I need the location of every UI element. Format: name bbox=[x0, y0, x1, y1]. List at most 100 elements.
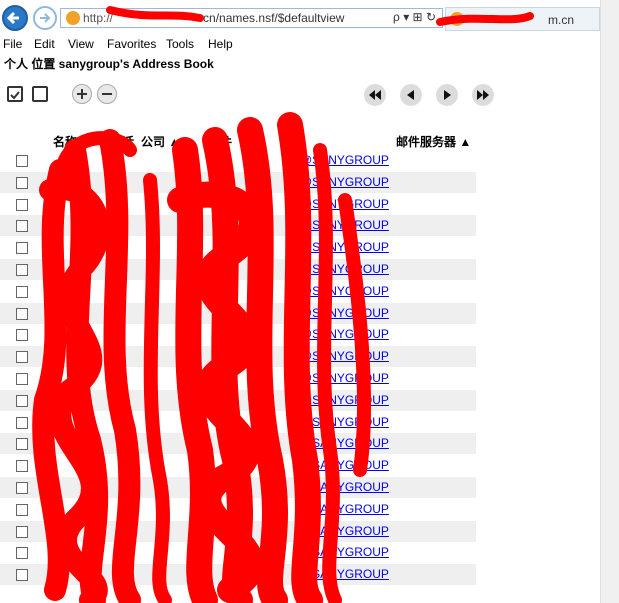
email-link[interactable]: @SANYGROUP bbox=[300, 327, 389, 341]
collapse-button[interactable] bbox=[97, 84, 117, 104]
table-row: @SANYGROUP bbox=[0, 564, 476, 586]
menu-bar: File Edit View Favorites Tools Help bbox=[0, 37, 600, 53]
email-link[interactable]: @SANYGROUP bbox=[300, 218, 389, 232]
email-link[interactable]: @SANYGROUP bbox=[300, 306, 389, 320]
email-link[interactable]: @SANYGROUP bbox=[300, 393, 389, 407]
email-link[interactable]: @SANYGROUP bbox=[300, 480, 389, 494]
vertical-scrollbar[interactable] bbox=[600, 0, 619, 603]
table-row: @SANYGROUP bbox=[0, 194, 476, 215]
column-header-email[interactable]: 邮件 bbox=[208, 133, 232, 150]
row-checkbox[interactable] bbox=[16, 220, 28, 233]
row-checkbox[interactable] bbox=[16, 351, 28, 364]
plus-icon bbox=[77, 89, 87, 99]
email-link[interactable]: @SANYGROUP bbox=[300, 284, 389, 298]
table-row: @SANYGROUP bbox=[0, 215, 476, 237]
checkmark-icon bbox=[10, 91, 20, 100]
forward-arrow-icon bbox=[40, 13, 51, 23]
page-title: 个人 位置 sanygroup's Address Book bbox=[4, 57, 214, 71]
table-row: @SANYGROUP bbox=[0, 477, 476, 498]
table-row: @SANYGROUP bbox=[0, 368, 476, 389]
expand-button[interactable] bbox=[72, 84, 92, 104]
row-checkbox[interactable] bbox=[16, 198, 28, 211]
table-row: @SANYGROUP bbox=[0, 324, 476, 345]
row-checkbox[interactable] bbox=[16, 155, 28, 167]
row-checkbox[interactable] bbox=[16, 482, 28, 494]
table-row: @SANYGROUP bbox=[0, 542, 476, 563]
first-page-button[interactable] bbox=[364, 84, 386, 106]
email-link[interactable]: @SANYGROUP bbox=[300, 371, 389, 385]
column-header-company[interactable]: 公司 ▲ bbox=[141, 133, 180, 150]
select-all-button[interactable] bbox=[7, 86, 23, 102]
table-row: @SANYGROUP bbox=[0, 433, 476, 455]
row-checkbox[interactable] bbox=[16, 285, 28, 298]
row-checkbox[interactable] bbox=[16, 416, 28, 429]
row-checkbox[interactable] bbox=[16, 438, 28, 451]
email-link[interactable]: @SANYGROUP bbox=[300, 175, 389, 189]
email-link[interactable]: @SANYGROUP bbox=[300, 349, 389, 363]
tab-favicon-icon bbox=[450, 12, 464, 26]
table-row: @SANYGROUP bbox=[0, 520, 476, 542]
email-link[interactable]: @SANYGROUP bbox=[300, 153, 389, 167]
table-row: @SANYGROUP bbox=[0, 389, 476, 411]
row-checkbox[interactable] bbox=[16, 307, 28, 320]
menu-edit[interactable]: Edit bbox=[34, 37, 55, 51]
column-header-name[interactable]: 名称▲ bbox=[53, 133, 89, 150]
email-link[interactable]: @SANYGROUP bbox=[300, 240, 389, 254]
left-triangle-icon bbox=[407, 90, 414, 100]
last-page-button[interactable] bbox=[472, 84, 494, 106]
previous-page-button[interactable] bbox=[400, 84, 422, 106]
email-link[interactable]: @SANYGROUP bbox=[300, 502, 389, 516]
url-tools[interactable]: ρ ▾ ⊞ ↻ bbox=[393, 10, 436, 24]
deselect-all-button[interactable] bbox=[32, 86, 48, 102]
table-row: @SANYGROUP bbox=[0, 150, 476, 171]
menu-help[interactable]: Help bbox=[208, 37, 233, 51]
row-checkbox[interactable] bbox=[16, 329, 28, 342]
back-arrow-icon bbox=[6, 11, 19, 25]
row-checkbox[interactable] bbox=[16, 264, 28, 276]
double-right-icon bbox=[477, 90, 489, 100]
table-row: @SANYGROUP bbox=[0, 171, 476, 193]
email-link[interactable]: @SANYGROUP bbox=[300, 436, 389, 450]
menu-file[interactable]: File bbox=[3, 37, 22, 51]
email-link[interactable]: @SANYGROUP bbox=[300, 197, 389, 211]
table-row: @SANYGROUP bbox=[0, 346, 476, 368]
email-link[interactable]: @SANYGROUP bbox=[300, 545, 389, 559]
url-text: http://cn/names.nsf/$defaultview bbox=[83, 11, 345, 25]
table-row: @SANYGROUP bbox=[0, 237, 476, 258]
browser-tab[interactable]: m.cn bbox=[445, 7, 600, 31]
double-left-icon bbox=[369, 90, 381, 100]
row-checkbox[interactable] bbox=[16, 503, 28, 516]
row-checkbox[interactable] bbox=[16, 525, 28, 538]
forward-button[interactable] bbox=[33, 6, 57, 30]
email-link[interactable]: @SANYGROUP bbox=[300, 567, 389, 581]
row-checkbox[interactable] bbox=[16, 242, 28, 255]
menu-view[interactable]: View bbox=[68, 37, 94, 51]
row-checkbox[interactable] bbox=[16, 394, 28, 407]
row-checkbox[interactable] bbox=[16, 460, 28, 473]
row-checkbox[interactable] bbox=[16, 176, 28, 189]
table-row: @SANYGROUP bbox=[0, 499, 476, 520]
table-row: @SANYGROUP bbox=[0, 412, 476, 433]
menu-tools[interactable]: Tools bbox=[166, 37, 194, 51]
minus-icon bbox=[102, 93, 112, 95]
right-triangle-icon bbox=[444, 90, 451, 100]
row-checkbox[interactable] bbox=[16, 547, 28, 560]
column-header-phone[interactable]: 电话 bbox=[110, 133, 134, 150]
tab-title: m.cn bbox=[548, 13, 575, 27]
table-row: @SANYGROUP bbox=[0, 302, 476, 324]
back-button[interactable] bbox=[2, 5, 28, 31]
email-link[interactable]: @SANYGROUP bbox=[300, 524, 389, 538]
row-checkbox[interactable] bbox=[16, 569, 28, 582]
url-input[interactable]: http://cn/names.nsf/$defaultview ρ ▾ ⊞ ↻ bbox=[60, 8, 443, 28]
next-page-button[interactable] bbox=[436, 84, 458, 106]
table-row: @SANYGROUP bbox=[0, 259, 476, 280]
table-row: @SANYGROUP bbox=[0, 281, 476, 302]
menu-favorites[interactable]: Favorites bbox=[107, 37, 156, 51]
table-row: @SANYGROUP bbox=[0, 455, 476, 476]
email-link[interactable]: @SANYGROUP bbox=[300, 415, 389, 429]
email-link[interactable]: @SANYGROUP bbox=[300, 458, 389, 472]
column-header-mail-server[interactable]: 邮件服务器 ▲ bbox=[396, 133, 471, 150]
site-favicon-icon bbox=[66, 11, 80, 25]
email-link[interactable]: @SANYGROUP bbox=[300, 262, 389, 276]
row-checkbox[interactable] bbox=[16, 373, 28, 385]
